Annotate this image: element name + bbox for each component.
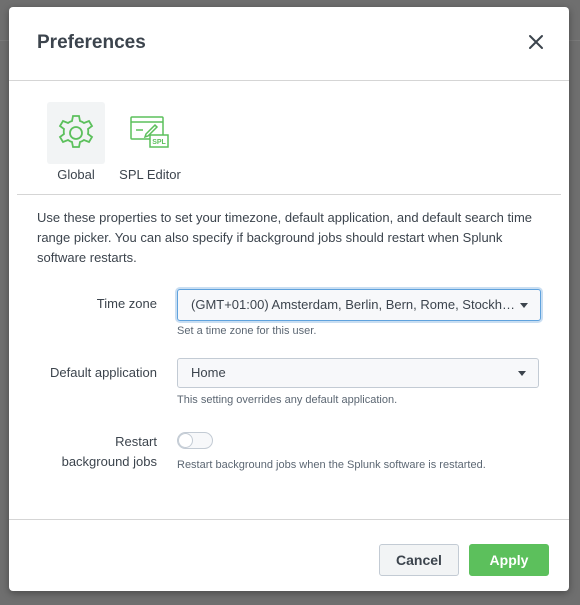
close-icon[interactable]: [527, 33, 545, 51]
restart-jobs-help: Restart background jobs when the Splunk …: [177, 459, 486, 471]
spl-editor-icon: SPL: [130, 116, 169, 148]
preferences-description: Use these properties to set your timezon…: [37, 210, 533, 265]
default-app-help: This setting overrides any default appli…: [177, 394, 398, 406]
restart-jobs-label-line2: background jobs: [61, 454, 157, 469]
restart-jobs-label-line1: Restart: [115, 434, 157, 449]
apply-button[interactable]: Apply: [469, 544, 549, 576]
spl-icon-text: SPL: [152, 139, 166, 146]
dialog-footer: Cancel Apply: [9, 519, 569, 592]
timezone-select[interactable]: (GMT+01:00) Amsterdam, Berlin, Bern, Rom…: [177, 289, 541, 321]
dialog-header: Preferences: [9, 7, 569, 81]
dialog-title: Preferences: [37, 32, 146, 53]
tab-global[interactable]: Global: [36, 102, 116, 182]
tab-spl-editor[interactable]: SPL SPL Editor: [110, 102, 190, 182]
preferences-dialog: Preferences Global SPL SPL Editor Use th…: [9, 7, 569, 591]
tab-global-icon-box: [47, 102, 105, 164]
chevron-down-icon: [520, 303, 528, 308]
timezone-help: Set a time zone for this user.: [177, 325, 317, 337]
toggle-knob: [178, 433, 193, 448]
timezone-value: (GMT+01:00) Amsterdam, Berlin, Bern, Rom…: [191, 297, 516, 312]
preference-tabs: Global SPL SPL Editor: [17, 81, 561, 195]
timezone-label: Time zone: [96, 296, 157, 311]
default-app-select[interactable]: Home: [177, 358, 539, 388]
default-app-value: Home: [191, 365, 226, 380]
cancel-button[interactable]: Cancel: [379, 544, 459, 576]
gear-icon: [58, 115, 94, 148]
tab-spl-editor-label: SPL Editor: [119, 167, 181, 182]
tab-global-label: Global: [57, 167, 95, 182]
default-app-label: Default application: [50, 365, 157, 380]
restart-jobs-toggle[interactable]: [177, 432, 213, 449]
restart-jobs-label: Restart background jobs: [17, 432, 157, 472]
chevron-down-icon: [518, 371, 526, 376]
tab-spl-icon-box: SPL: [121, 102, 179, 164]
